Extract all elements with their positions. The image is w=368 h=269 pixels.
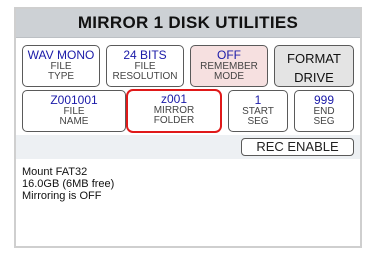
screen-title: MIRROR 1 DISK UTILITIES — [16, 9, 360, 38]
status-line: 16.0GB (6MB free) — [22, 178, 115, 190]
end-seg-label-2: SEG — [313, 116, 335, 127]
file-type-label-2: TYPE — [47, 71, 75, 82]
file-resolution-button[interactable]: 24 BITS FILE RESOLUTION — [106, 45, 184, 87]
rec-enable-button[interactable]: REC ENABLE — [241, 138, 354, 156]
file-name-button[interactable]: Z001001 FILE NAME — [22, 90, 126, 132]
start-seg-button[interactable]: 1 START SEG — [228, 90, 288, 132]
format-label-2: DRIVE — [294, 70, 334, 85]
status-line: Mirroring is OFF — [22, 190, 102, 202]
remember-mode-button[interactable]: OFF REMEMBER MODE — [190, 45, 268, 87]
file-resolution-label-2: RESOLUTION — [112, 71, 178, 82]
mirror-folder-label-2: FOLDER — [153, 115, 195, 126]
mirror-folder-button[interactable]: z001 MIRROR FOLDER — [126, 89, 222, 133]
disk-utilities-screen: MIRROR 1 DISK UTILITIES WAV MONO FILE TY… — [14, 7, 362, 248]
start-seg-label-2: SEG — [247, 116, 269, 127]
file-name-label-2: NAME — [59, 116, 89, 127]
file-type-button[interactable]: WAV MONO FILE TYPE — [22, 45, 100, 87]
end-seg-button[interactable]: 999 END SEG — [294, 90, 354, 132]
status-line: Mount FAT32 — [22, 166, 88, 178]
remember-mode-label-2: MODE — [214, 71, 244, 82]
format-drive-button[interactable]: FORMAT DRIVE — [274, 45, 354, 87]
format-label-1: FORMAT — [287, 51, 341, 66]
status-panel: Mount FAT32 16.0GB (6MB free) Mirroring … — [22, 166, 114, 202]
